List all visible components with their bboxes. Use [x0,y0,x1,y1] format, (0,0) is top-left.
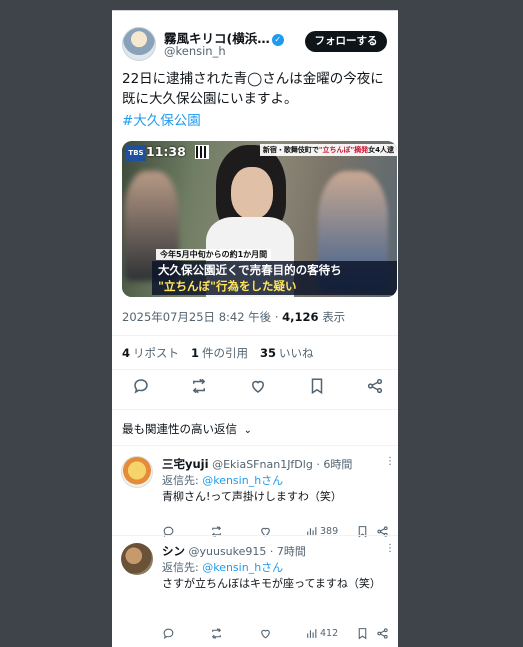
reply-time[interactable]: · 6時間 [316,458,352,471]
reply-header: シン @yuusuke915 · 7時間 [162,543,306,559]
divider [112,335,398,336]
reply-author-name[interactable]: 三宅yuji [162,457,209,471]
avatar[interactable] [121,456,153,488]
reply-text: 青柳さん!って声掛けしますわ（笑） [162,490,342,503]
bookmark-icon[interactable] [356,523,369,539]
replies-sort-dropdown[interactable]: 最も関連性の高い返信 ⌄ [122,421,252,437]
reply-author-handle[interactable]: @EkiaSFnan1JfDlg [212,458,313,471]
reposts-label[interactable]: リポスト [133,346,179,360]
reply-views-count: 412 [320,627,339,639]
caption-box: 大久保公園近くで売春目的の客待ち "立ちんぼ"行為をした疑い [152,261,397,295]
reply-icon[interactable] [132,377,152,397]
author-handle[interactable]: @kensin_h [164,44,226,58]
headline-prefix: 新宿・歌舞伎町で [262,146,319,154]
reply-actions: 389 [162,523,398,539]
reply-actions: 412 [162,625,398,641]
reply-item[interactable]: 三宅yuji @EkiaSFnan1JfDlg · 6時間 ⋮ 返信先: @ke… [112,456,398,544]
chevron-down-icon: ⌄ [243,425,253,436]
caption-line-2: "立ちんぼ"行為をした疑い [158,279,297,293]
broadcast-clock: 11:38 [146,144,186,159]
views-button[interactable]: 389 [305,523,338,539]
views-button[interactable]: 412 [305,625,338,641]
reply-header: 三宅yuji @EkiaSFnan1JfDlg · 6時間 [162,456,352,472]
quotes-label[interactable]: 件の引用 [202,346,248,360]
likes-label[interactable]: いいね [279,346,314,360]
reply-icon[interactable] [162,625,175,641]
headline-suffix: 女4人逮 [368,146,394,154]
bookmark-icon[interactable] [308,377,328,397]
like-icon[interactable] [259,625,272,641]
headline-highlight: "立ちんぼ"摘発 [318,146,369,154]
likes-count[interactable]: 35 [260,346,276,360]
reply-item[interactable]: シン @yuusuke915 · 7時間 ⋮ 返信先: @kensin_hさん … [112,543,398,639]
tweet-author: 霧風キリコ(横浜…✓ @kensin_h フォローする ⋮ [122,27,398,67]
repost-icon[interactable] [190,377,210,397]
reply-to-label: 返信先: [162,474,199,487]
tweet-text-line-2: 既に大久保公園にいますよ。 [122,91,298,107]
tweet-date[interactable]: 2025年07月25日 8:42 午後 [122,310,271,324]
repost-icon[interactable] [210,625,223,641]
share-icon[interactable] [376,523,389,539]
tweet-text-line-1: 22日に逮捕された青◯さんは金曜の今夜に [122,71,384,87]
reply-text: さすが立ちんぼはキモが座ってますね（笑） [162,577,381,590]
tbs-logo: TBS [126,145,146,161]
bookmark-icon[interactable] [356,625,369,641]
quotes-count[interactable]: 1 [191,346,199,360]
caption-small: 今年5月中旬からの約1か月間 [156,249,272,260]
share-icon[interactable] [366,377,386,397]
more-options-icon[interactable]: ⋮ [393,33,398,46]
reply-to-label: 返信先: [162,561,199,574]
tweet-stats: 4 リポスト 1 件の引用 35 いいね [122,345,314,361]
replies-header: 最も関連性の高い返信 [122,422,237,436]
divider [112,409,398,410]
divider [112,369,398,370]
reply-to: 返信先: @kensin_hさん [162,472,283,488]
person-face [231,167,273,219]
verified-badge-icon: ✓ [271,34,284,46]
avatar[interactable] [122,27,156,61]
follow-button[interactable]: フォローする [305,31,387,52]
reply-time[interactable]: · 7時間 [270,545,306,558]
views-label: 表示 [322,310,346,324]
share-icon[interactable] [376,625,389,641]
views-count: 4,126 [282,310,319,324]
divider [112,535,398,536]
reply-to: 返信先: @kensin_hさん [162,559,283,575]
reply-icon[interactable] [162,523,175,539]
caption-line-1: 大久保公園近くで売春目的の客待ち [158,263,342,277]
reposts-count[interactable]: 4 [122,346,130,360]
tweet-actions [112,377,398,401]
reply-to-handle[interactable]: @kensin_hさん [202,561,283,574]
tweet-page: 霧風キリコ(横浜…✓ @kensin_h フォローする ⋮ 22日に逮捕された青… [112,10,398,647]
divider [112,445,398,446]
qr-code-icon [195,145,209,159]
reply-author-handle[interactable]: @yuusuke915 [189,545,267,558]
reply-to-handle[interactable]: @kensin_hさん [202,474,283,487]
more-options-icon[interactable]: ⋮ [385,456,395,467]
avatar[interactable] [121,543,153,575]
tweet-meta: 2025年07月25日 8:42 午後 · 4,126 表示 [122,310,346,324]
news-headline: 新宿・歌舞伎町で"立ちんぼ"摘発女4人逮 [259,144,397,156]
like-icon[interactable] [249,377,269,397]
like-icon[interactable] [259,523,272,539]
views-chart-icon [307,628,317,638]
tweet-media-image[interactable]: TBS 11:38 新宿・歌舞伎町で"立ちんぼ"摘発女4人逮 今年5月中旬からの… [122,141,397,297]
more-options-icon[interactable]: ⋮ [385,543,395,554]
tweet-text: 22日に逮捕された青◯さんは金曜の今夜に 既に大久保公園にいますよ。 [122,69,394,109]
repost-icon[interactable] [210,523,223,539]
reply-author-name[interactable]: シン [162,544,185,558]
hashtag-link[interactable]: #大久保公園 [122,109,201,129]
